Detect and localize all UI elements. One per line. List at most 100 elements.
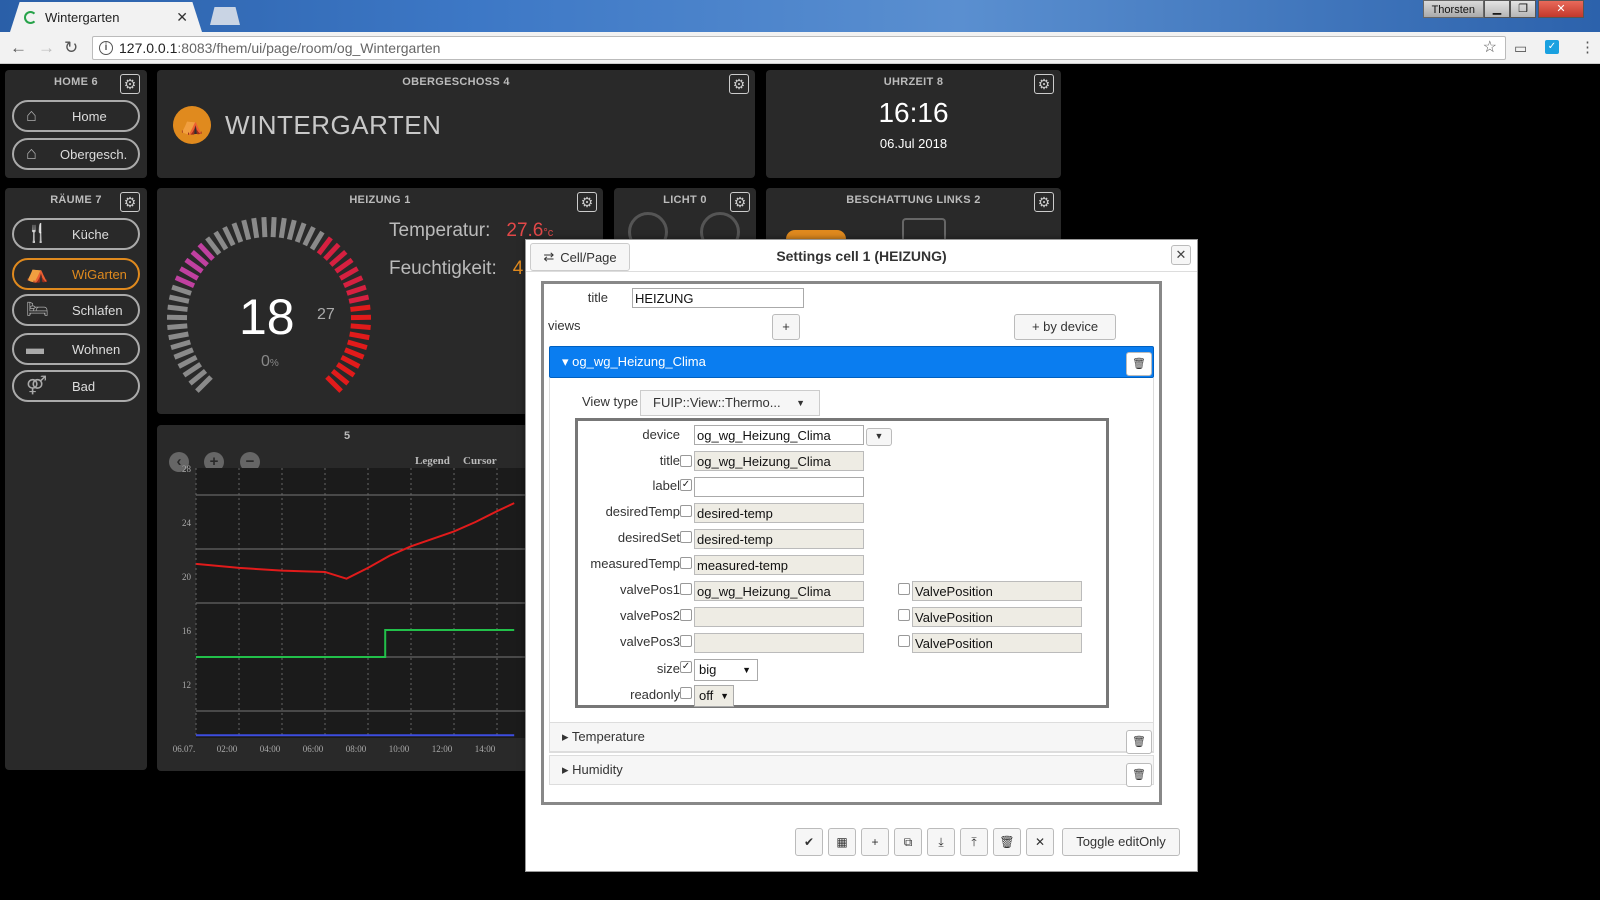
trash-icon[interactable]: 🗑 <box>1126 763 1152 787</box>
house-icon: ⌂ <box>26 105 37 125</box>
nav-kueche-button[interactable]: 🍴 Küche <box>12 218 140 250</box>
desired-temp-label: desiredTemp <box>605 504 680 519</box>
valve-pos3-checkbox[interactable] <box>680 635 692 647</box>
label-default-checkbox[interactable]: ✓ <box>680 479 692 491</box>
copy-icon[interactable]: ⧉ <box>894 828 922 856</box>
size-select[interactable]: big ▼ <box>694 659 758 681</box>
valve-pos1-device-input[interactable] <box>694 581 864 601</box>
caret-right-icon: ▸ <box>562 762 573 777</box>
valve-pos1-reading-checkbox[interactable] <box>898 583 910 595</box>
reload-icon[interactable]: ↻ <box>64 38 78 58</box>
desired-temp-value: 18 <box>239 289 295 345</box>
desired-set-checkbox[interactable] <box>680 531 692 543</box>
people-icon: ⚤ <box>26 375 48 395</box>
room-header-panel: OBERGESCHOSS 4 ⚙ ⛺ WINTERGARTEN <box>157 70 755 178</box>
gear-icon[interactable]: ⚙ <box>1034 74 1054 94</box>
valve-pos2-checkbox[interactable] <box>680 609 692 621</box>
y-tick-label: 24 <box>182 518 192 528</box>
rooms-panel: RÄUME 7 ⚙ 🍴 Küche ⛺ WiGarten 🛏 Schlafen ▬ Wo… <box>5 188 147 770</box>
nav-schlafen-button[interactable]: 🛏 Schlafen <box>12 294 140 326</box>
delete-icon[interactable]: 🗑 <box>993 828 1021 856</box>
cell-page-button[interactable]: ⇄ Cell/Page <box>530 243 630 271</box>
profile-button[interactable]: Thorsten <box>1422 0 1484 18</box>
add-view-button[interactable]: + <box>772 314 800 340</box>
ok-check-icon[interactable]: ✔ <box>795 828 823 856</box>
desired-temp-checkbox[interactable] <box>680 505 692 517</box>
title-default-checkbox[interactable] <box>680 455 692 467</box>
gauge-tick <box>342 275 364 289</box>
nav-home-button[interactable]: ⌂ Home <box>12 100 140 132</box>
gauge-tick <box>167 323 188 331</box>
desired-temp-input[interactable] <box>694 503 864 523</box>
readonly-select[interactable]: off ▼ <box>694 685 734 707</box>
temperature-accordion-header[interactable]: ▸ Temperature <box>549 722 1154 752</box>
toggle-edit-only-button[interactable]: Toggle editOnly <box>1062 828 1180 856</box>
minimize-icon[interactable]: ▁ <box>1484 0 1510 18</box>
gear-icon[interactable]: ⚙ <box>120 74 140 94</box>
humidity-value: 4 <box>512 258 524 279</box>
y-tick-label: 12 <box>182 680 191 690</box>
nav-wigarten-button[interactable]: ⛺ WiGarten <box>12 258 140 290</box>
menu-icon[interactable]: ⋮ <box>1580 38 1595 56</box>
gear-icon[interactable]: ⚙ <box>120 192 140 212</box>
url-input[interactable]: i 127.0.0.1:8083/fhem/ui/page/room/og_Wi… <box>92 36 1506 60</box>
nav-wohnen-button[interactable]: ▬ Wohnen <box>12 333 140 365</box>
extension-icon[interactable]: ✓ <box>1545 40 1559 54</box>
cancel-x-icon[interactable]: ✕ <box>1026 828 1054 856</box>
info-icon[interactable]: i <box>99 41 113 55</box>
gauge-tick <box>350 304 371 312</box>
add-icon[interactable]: + <box>861 828 889 856</box>
gauge-tick <box>309 230 325 251</box>
valve-pos1-reading-input[interactable] <box>912 581 1082 601</box>
browser-tab[interactable]: Wintergarten ✕ <box>10 2 202 32</box>
size-default-checkbox[interactable]: ✓ <box>680 661 692 673</box>
gear-icon[interactable]: ⚙ <box>730 192 750 212</box>
bookmark-star-icon[interactable]: ☆ <box>1483 37 1497 59</box>
window-close-icon[interactable]: ✕ <box>1538 0 1584 18</box>
valve-pos3-reading-checkbox[interactable] <box>898 635 910 647</box>
tab-close-icon[interactable]: ✕ <box>176 9 188 26</box>
trash-icon[interactable]: 🗑 <box>1126 730 1152 754</box>
trash-icon[interactable]: 🗑 <box>1126 352 1152 376</box>
measured-temp-checkbox[interactable] <box>680 557 692 569</box>
gauge-tick <box>339 266 359 281</box>
nav-obergeschoss-button[interactable]: ⌂ Obergesch. <box>12 138 140 170</box>
valve-pos2-device-input[interactable] <box>694 607 864 627</box>
gear-icon[interactable]: ⚙ <box>577 192 597 212</box>
gear-icon[interactable]: ⚙ <box>1034 192 1054 212</box>
view-type-select[interactable]: FUIP::View::Thermo... ▼ <box>640 390 820 416</box>
back-icon[interactable]: ← <box>10 38 27 58</box>
valve-pos3-device-input[interactable] <box>694 633 864 653</box>
panel-title: BESCHATTUNG LINKS 2 <box>846 194 981 206</box>
maximize-icon[interactable]: ❐ <box>1510 0 1536 18</box>
nav-bad-button[interactable]: ⚤ Bad <box>12 370 140 402</box>
valve-pos3-reading-input[interactable] <box>912 633 1082 653</box>
cell-title-input[interactable] <box>632 288 804 308</box>
readonly-label: readonly <box>630 687 680 702</box>
download-icon[interactable]: ⤓ <box>927 828 955 856</box>
field-title-input[interactable] <box>694 451 864 471</box>
cast-icon[interactable]: ▭ <box>1514 40 1527 57</box>
clock-time: 16:16 <box>878 97 949 128</box>
field-label-input[interactable] <box>694 477 864 497</box>
device-dropdown-button[interactable]: ▼ <box>866 428 892 446</box>
view-accordion-header[interactable]: ▾ og_wg_Heizung_Clima <box>549 346 1154 378</box>
new-tab-button[interactable] <box>210 7 240 25</box>
gear-icon[interactable]: ⚙ <box>729 74 749 94</box>
readonly-default-checkbox[interactable] <box>680 687 692 699</box>
measured-temp-input[interactable] <box>694 555 864 575</box>
view-fields-frame: device ▼ title label ✓ desiredTemp desir… <box>575 418 1109 708</box>
add-by-device-button[interactable]: + by device <box>1014 314 1116 340</box>
valve-pos2-reading-input[interactable] <box>912 607 1082 627</box>
humidity-accordion-header[interactable]: ▸ Humidity <box>549 755 1154 785</box>
grid-icon[interactable]: ▦ <box>828 828 856 856</box>
dialog-close-icon[interactable]: ✕ <box>1171 245 1191 265</box>
measured-temp-value: 27 <box>317 306 335 323</box>
gauge-tick <box>168 294 190 304</box>
forward-icon[interactable]: → <box>38 38 55 58</box>
desired-set-input[interactable] <box>694 529 864 549</box>
valve-pos1-checkbox[interactable] <box>680 583 692 595</box>
upload-icon[interactable]: ⤒ <box>960 828 988 856</box>
valve-pos2-reading-checkbox[interactable] <box>898 609 910 621</box>
device-input[interactable] <box>694 425 864 445</box>
